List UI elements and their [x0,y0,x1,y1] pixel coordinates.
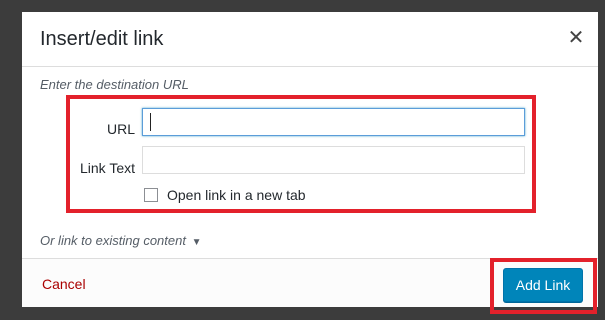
link-text-label: Link Text [80,160,135,176]
add-link-button[interactable]: Add Link [503,268,583,302]
dialog-title: Insert/edit link [40,28,164,50]
url-input[interactable] [142,108,525,136]
url-label: URL [106,121,135,137]
dialog-header: Insert/edit link ✕ [22,12,598,67]
text-caret [150,113,151,131]
overlay-top [0,0,605,12]
existing-content-toggle[interactable]: Or link to existing content ▼ [40,233,202,248]
destination-hint: Enter the destination URL [40,77,189,92]
new-tab-checkbox[interactable] [144,188,158,202]
link-text-input[interactable] [142,146,525,174]
insert-link-dialog: Insert/edit link ✕ Enter the destination… [22,12,598,314]
cancel-button[interactable]: Cancel [42,276,86,292]
new-tab-label[interactable]: Open link in a new tab [167,187,306,203]
close-icon[interactable]: ✕ [566,28,586,48]
triangle-down-icon: ▼ [191,237,202,248]
overlay-left [0,0,22,320]
overlay-right [598,0,605,320]
existing-content-label: Or link to existing content [40,233,186,248]
